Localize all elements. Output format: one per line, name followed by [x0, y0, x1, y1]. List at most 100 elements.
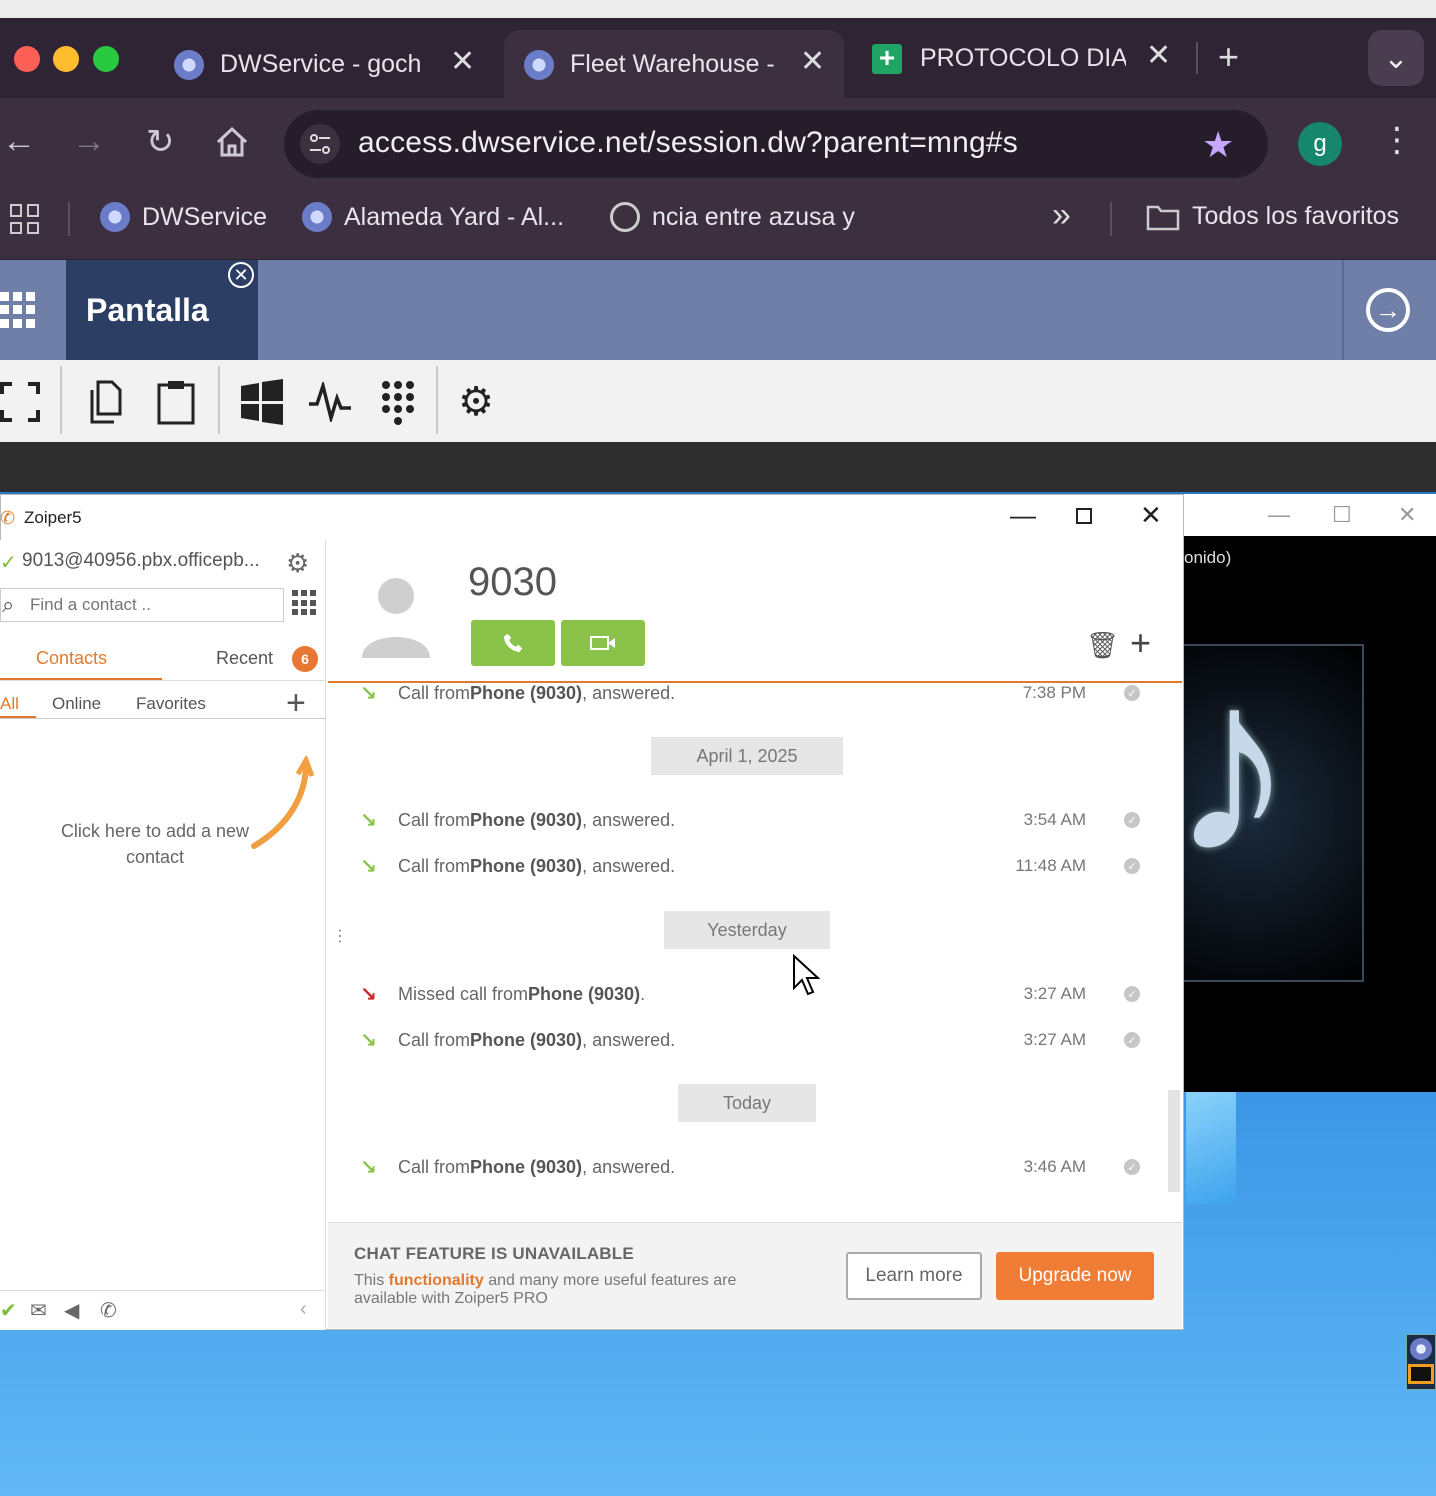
- new-tab-button[interactable]: +: [1218, 36, 1239, 78]
- desc-highlight: functionality: [388, 1272, 484, 1289]
- zoiper-status-bar: [0, 1290, 326, 1330]
- history-time: 3:27 AM: [1023, 984, 1086, 1003]
- history-text-suffix: , answered.: [582, 1156, 676, 1177]
- upgrade-now-button[interactable]: Upgrade now: [996, 1252, 1154, 1300]
- chat-unavailable-title: CHAT FEATURE IS UNAVAILABLE: [354, 1244, 634, 1263]
- history-caller: Phone (9030): [470, 682, 583, 703]
- history-caller: Phone (9030): [470, 1029, 583, 1050]
- zoiper-maximize-icon[interactable]: [1076, 508, 1092, 524]
- history-text: Missed call from: [398, 983, 529, 1004]
- url-text[interactable]: access.dwservice.net/session.dw?parent=m…: [358, 126, 1018, 160]
- status-online-icon[interactable]: ✔: [0, 1298, 17, 1323]
- close-tab-icon[interactable]: ✕: [1146, 38, 1171, 73]
- browser-tab-fleet-warehouse[interactable]: Fleet Warehouse - ✕: [504, 30, 844, 98]
- close-tab-icon[interactable]: ✕: [450, 44, 475, 79]
- history-text-suffix: , answered.: [582, 1029, 676, 1050]
- panel-splitter-handle[interactable]: ⋮: [332, 926, 348, 946]
- home-icon[interactable]: [214, 124, 250, 165]
- date-separator: Yesterday: [664, 911, 830, 949]
- close-icon[interactable]: ✕: [1398, 502, 1416, 528]
- contact-search-input[interactable]: [30, 592, 280, 618]
- back-arrow-icon[interactable]: ←: [2, 122, 36, 161]
- dialpad-icon[interactable]: [292, 590, 318, 616]
- account-settings-gear-icon[interactable]: ⚙: [286, 548, 309, 579]
- minimize-window-button[interactable]: [53, 46, 79, 72]
- dwservice-tray-icon[interactable]: [1410, 1338, 1432, 1360]
- learn-more-button[interactable]: Learn more: [846, 1252, 982, 1300]
- minimize-icon[interactable]: —: [1268, 502, 1290, 528]
- reload-icon[interactable]: ↻: [146, 122, 175, 162]
- copy-icon[interactable]: [80, 378, 128, 426]
- add-contact-hint[interactable]: Click here to add a new contact: [60, 818, 250, 870]
- site-info-icon[interactable]: [300, 124, 340, 164]
- maximize-icon[interactable]: ☐: [1332, 502, 1352, 528]
- browser-tab-protocolo[interactable]: + PROTOCOLO DIAR ✕: [850, 30, 1190, 98]
- apps-grid-icon[interactable]: [10, 204, 40, 234]
- bookmark-star-icon[interactable]: ★: [1202, 124, 1234, 166]
- account-name[interactable]: 9013@40956.pbx.officepb...: [22, 550, 260, 572]
- logout-icon[interactable]: →: [1366, 288, 1410, 332]
- keypad-icon[interactable]: [374, 378, 422, 426]
- delivered-check-icon: ✓: [1124, 812, 1140, 828]
- history-row[interactable]: ↘ Call from Phone (9030), answered. 3:27…: [360, 1025, 1150, 1055]
- dw-tab-close-icon[interactable]: ✕: [228, 262, 254, 288]
- profile-avatar[interactable]: g: [1298, 122, 1342, 166]
- windows-key-icon[interactable]: [238, 378, 286, 426]
- tab-recent[interactable]: Recent: [216, 648, 273, 669]
- speaker-icon[interactable]: ◀: [64, 1298, 79, 1323]
- subtabs-divider: [0, 718, 326, 719]
- history-text: Call from: [398, 1029, 471, 1050]
- history-scrollbar[interactable]: [1168, 1090, 1180, 1192]
- activity-icon[interactable]: [306, 378, 354, 426]
- add-to-contacts-icon[interactable]: +: [1130, 622, 1151, 664]
- video-call-button[interactable]: [561, 620, 645, 666]
- call-history-icon[interactable]: ✆: [100, 1298, 117, 1323]
- dw-apps-grid-icon[interactable]: [0, 292, 36, 328]
- zoiper-minimize-icon[interactable]: —: [1010, 500, 1036, 531]
- bookmark-alameda-yard[interactable]: Alameda Yard - Al...: [302, 202, 564, 232]
- chat-unavailable-description: This functionality and many more useful …: [354, 1272, 774, 1308]
- folder-icon: [1146, 205, 1180, 230]
- browser-tab-dwservice[interactable]: DWService - goch ✕: [150, 30, 496, 98]
- history-row[interactable]: ↘ Call from Phone (9030), answered. 3:54…: [360, 805, 1150, 835]
- collapse-sidebar-icon[interactable]: ‹: [300, 1298, 307, 1321]
- bookmark-label: DWService: [142, 202, 268, 231]
- mouse-cursor-icon: [790, 953, 821, 1003]
- bookmark-ncia[interactable]: ncia entre azusa y: [610, 202, 855, 232]
- maximize-window-button[interactable]: [93, 46, 119, 72]
- subtab-favorites[interactable]: Favorites: [136, 694, 206, 714]
- fullscreen-icon[interactable]: [0, 378, 44, 426]
- macos-menubar: [0, 0, 1436, 18]
- subtab-online[interactable]: Online: [52, 694, 101, 714]
- close-window-button[interactable]: [14, 46, 40, 72]
- contact-name: 9030: [468, 560, 557, 604]
- history-time: 3:46 AM: [1023, 1157, 1086, 1176]
- subtab-all[interactable]: All: [0, 694, 19, 714]
- history-row[interactable]: ↘ Call from Phone (9030), answered. 3:46…: [360, 1152, 1150, 1182]
- all-bookmarks-label: Todos los favoritos: [1192, 202, 1400, 230]
- monitor-tray-icon[interactable]: [1408, 1364, 1434, 1384]
- zoiper-close-icon[interactable]: ✕: [1140, 500, 1162, 531]
- forward-arrow-icon[interactable]: →: [72, 122, 106, 161]
- tab-title: PROTOCOLO DIAR: [920, 44, 1126, 72]
- delete-history-icon[interactable]: 🗑: [1086, 630, 1119, 661]
- history-row[interactable]: ↘ Call from Phone (9030), answered. 11:4…: [360, 851, 1150, 881]
- settings-gear-icon[interactable]: ⚙: [452, 378, 500, 426]
- tab-search-button[interactable]: ⌄: [1368, 30, 1424, 86]
- zoiper-logo-icon: ✆: [0, 508, 16, 528]
- bookmarks-overflow-icon[interactable]: »: [1052, 196, 1071, 235]
- toolbar-separator: [60, 366, 62, 434]
- all-bookmarks-button[interactable]: Todos los favoritos: [1146, 202, 1399, 231]
- globe-icon: [610, 202, 640, 232]
- message-icon[interactable]: ✉: [30, 1298, 47, 1323]
- browser-menu-icon[interactable]: ⋮: [1380, 120, 1414, 160]
- tab-contacts[interactable]: Contacts: [36, 648, 107, 669]
- close-tab-icon[interactable]: ✕: [800, 44, 825, 79]
- bookmark-dwservice[interactable]: DWService: [100, 202, 267, 232]
- history-row[interactable]: ↘ Missed call from Phone (9030). 3:27 AM…: [360, 979, 1150, 1009]
- background-window-titlebar[interactable]: [1150, 494, 1436, 536]
- incoming-call-arrow-icon: ↘: [360, 1029, 377, 1052]
- history-row[interactable]: ↘ Call from Phone (9030), answered. 7:38…: [360, 678, 1150, 708]
- audio-call-button[interactable]: [471, 620, 555, 666]
- clipboard-icon[interactable]: [152, 378, 200, 426]
